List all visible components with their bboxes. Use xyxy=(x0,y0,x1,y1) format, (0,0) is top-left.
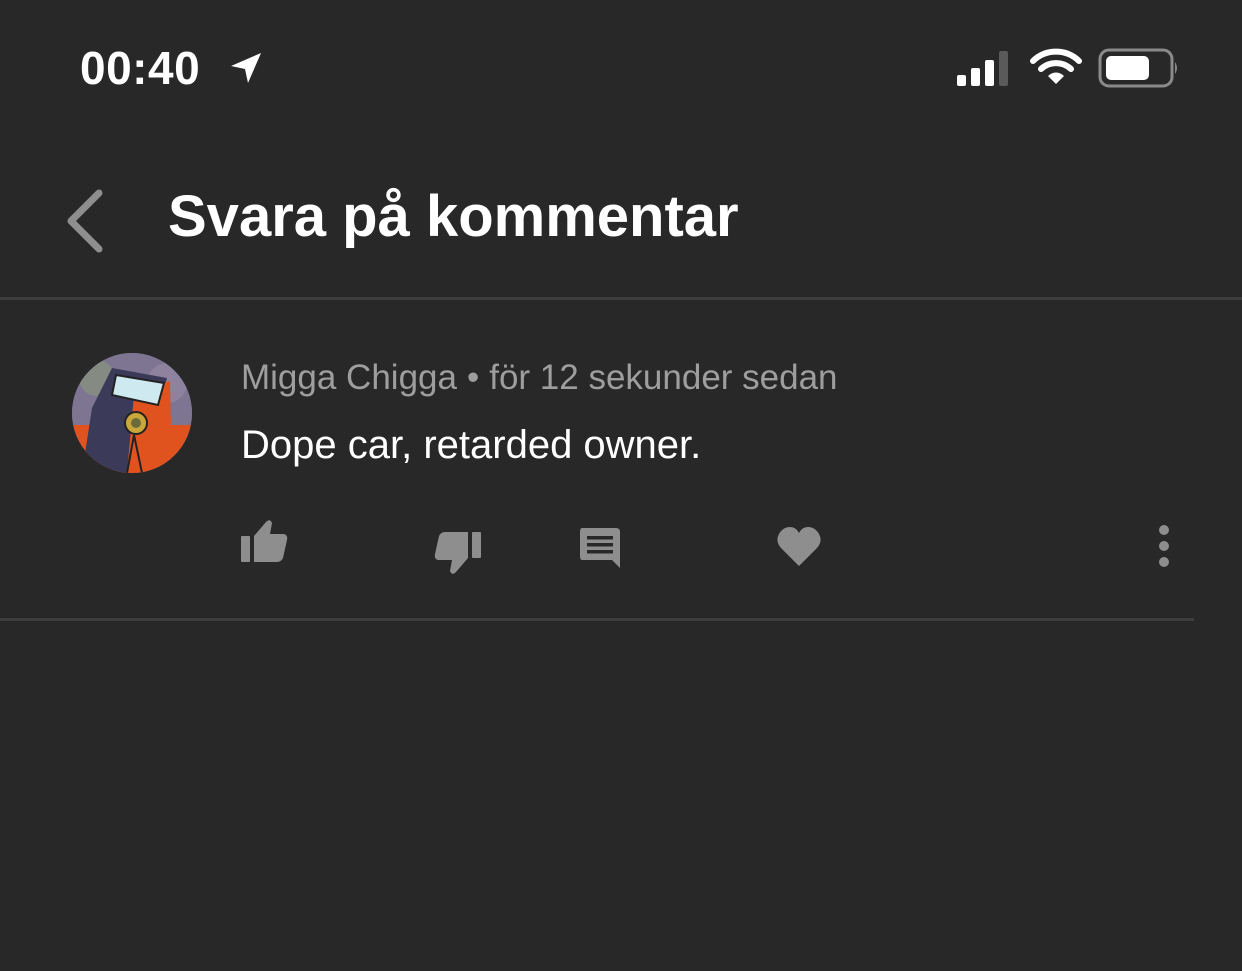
thumbs-down-icon xyxy=(434,532,481,574)
chevron-left-icon xyxy=(67,189,103,253)
avatar[interactable] xyxy=(72,353,192,473)
status-time: 00:40 xyxy=(80,42,201,94)
comment: Migga Chigga • för 12 sekunder sedan Dope … xyxy=(0,300,1242,620)
back-button[interactable] xyxy=(55,175,125,265)
comment-text: Dope car, retarded owner. xyxy=(241,423,702,467)
battery-icon xyxy=(1098,48,1180,88)
heart-icon xyxy=(777,527,821,566)
reply-to-comment-screen: 00:40 Svara på kommentar Migga Chigga • … xyxy=(0,0,1242,971)
more-vertical-icon xyxy=(1159,525,1169,567)
comment-icon xyxy=(580,528,620,568)
page-title: Svara på kommentar xyxy=(168,184,739,249)
more-options-button[interactable] xyxy=(1150,524,1178,568)
reply-button[interactable] xyxy=(578,526,622,570)
heart-button[interactable] xyxy=(776,526,822,568)
comment-timestamp: för 12 sekunder sedan xyxy=(489,358,838,397)
cellular-signal-icon xyxy=(955,49,1013,87)
author-name[interactable]: Migga Chigga xyxy=(241,358,457,397)
like-button[interactable] xyxy=(240,518,290,564)
location-arrow-icon xyxy=(228,50,264,86)
dislike-button[interactable] xyxy=(432,530,482,576)
thumbs-up-icon xyxy=(241,520,288,562)
meta-separator: • xyxy=(466,358,480,397)
wifi-icon xyxy=(1030,48,1082,86)
comment-divider xyxy=(0,618,1194,621)
comment-meta: Migga Chigga • för 12 sekunder sedan xyxy=(241,356,838,400)
header: Svara på kommentar xyxy=(0,135,1242,297)
status-bar: 00:40 xyxy=(0,0,1242,135)
